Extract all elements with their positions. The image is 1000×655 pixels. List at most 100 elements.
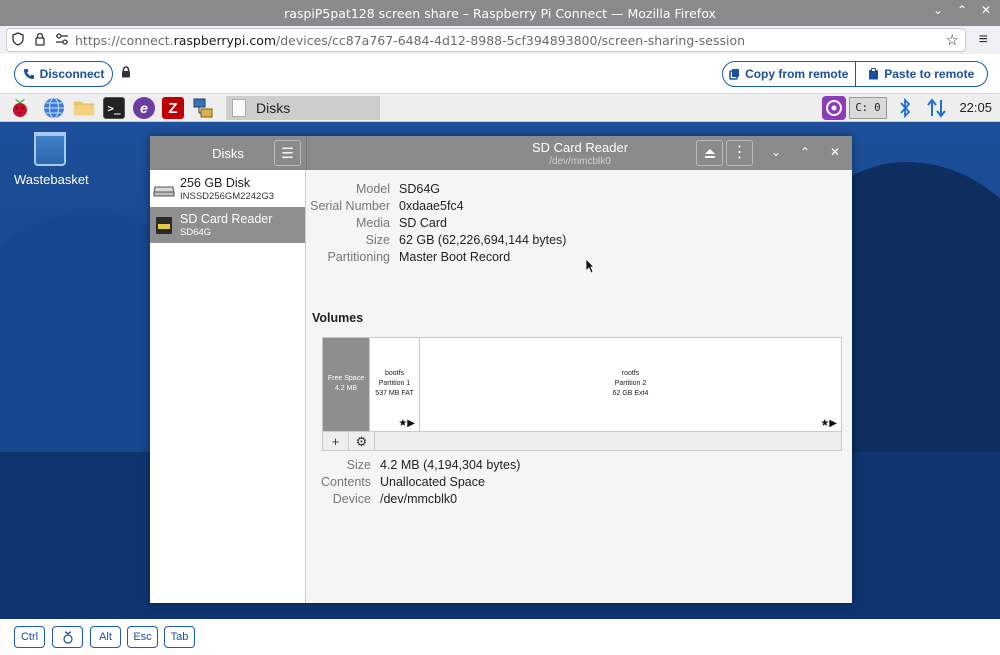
window-close-icon[interactable]: ✕ <box>827 145 843 159</box>
volume-label: bootfs <box>384 370 405 377</box>
copy-icon <box>729 69 740 80</box>
volume-size: 62 GB Ext4 <box>612 390 649 397</box>
trash-icon <box>34 132 66 166</box>
paste-label: Paste to remote <box>884 67 975 81</box>
app-menu-button[interactable]: ☰ <box>274 140 301 166</box>
volumes-heading: Volumes <box>312 311 364 325</box>
info-value: Master Boot Record <box>399 250 511 264</box>
permissions-icon[interactable] <box>51 32 73 48</box>
tray-app-icon[interactable] <box>822 96 846 120</box>
web-browser-icon[interactable] <box>43 97 65 119</box>
session-lock-icon <box>121 66 131 81</box>
info-value: 62 GB (62,226,694,144 bytes) <box>399 233 567 247</box>
plus-icon: + <box>331 434 340 449</box>
network-tool-icon[interactable] <box>192 97 214 119</box>
device-item-256gb-disk[interactable]: 256 GB Disk INSSD256GM2242G3 <box>150 171 305 207</box>
filezilla-icon[interactable]: Z <box>162 97 184 119</box>
mounted-indicator-icon: ★▶ <box>820 418 837 429</box>
volume-size: 4.2 MB <box>334 385 358 392</box>
wastebasket-desktop-icon[interactable]: Wastebasket <box>14 132 89 187</box>
info-value: SD64G <box>399 182 440 196</box>
disks-window: Disks ☰ SD Card Reader /dev/mmcblk0 ⋮ ⌄ … <box>150 136 852 603</box>
info-label: Size <box>365 233 390 247</box>
info-value: 0xdaae5fc4 <box>399 199 464 213</box>
device-name: SD Card Reader <box>180 211 273 226</box>
info-label: Partitioning <box>327 250 390 264</box>
disks-task-icon <box>232 99 246 117</box>
file-manager-icon[interactable] <box>73 97 95 119</box>
drive-options-button[interactable]: ⋮ <box>726 140 753 166</box>
emacs-icon[interactable]: e <box>133 97 155 119</box>
info-value: /dev/mmcblk0 <box>380 492 458 506</box>
hamburger-menu-icon[interactable]: ≡ <box>979 31 988 49</box>
paste-to-remote-button[interactable]: Paste to remote <box>854 62 988 86</box>
bluetooth-icon[interactable] <box>898 97 912 119</box>
volume-label: Free Space <box>327 375 365 382</box>
window-title: raspiP5pat128 screen share – Raspberry P… <box>284 5 716 21</box>
close-icon[interactable]: ✕ <box>980 3 992 17</box>
url-bar[interactable]: https://connect.raspberrypi.com/devices/… <box>6 28 966 52</box>
volume-partition-2[interactable]: rootfs Partition 2 62 GB Ext4 ★▶ <box>420 338 841 431</box>
volume-size: 537 MB FAT <box>375 390 414 397</box>
raspberry-key-button[interactable] <box>52 626 83 648</box>
ctrl-key-button[interactable]: Ctrl <box>14 626 45 648</box>
device-details: Model SD64G Serial Number 0xdaae5fc4 Med… <box>307 170 852 603</box>
url-prefix: https://connect. <box>75 32 174 48</box>
info-label: Serial Number <box>310 199 390 213</box>
window-maximize-icon[interactable]: ⌃ <box>797 145 813 159</box>
window-header: SD Card Reader /dev/mmcblk0 ⋮ ⌄ ⌃ ✕ <box>306 136 852 170</box>
device-model: INSSD256GM2242G3 <box>180 190 274 202</box>
esc-key-button[interactable]: Esc <box>127 626 158 648</box>
mounted-indicator-icon: ★▶ <box>398 418 415 429</box>
eject-button[interactable] <box>696 140 723 166</box>
sidebar-title: Disks <box>212 145 244 161</box>
keyboard-indicator[interactable]: C: 0 <box>849 97 887 119</box>
tab-key-button[interactable]: Tab <box>164 626 195 648</box>
info-label: Contents <box>320 475 371 489</box>
taskbar-disks-window[interactable]: Disks <box>226 96 380 120</box>
copy-from-remote-button[interactable]: Copy from remote <box>723 62 855 86</box>
info-value: SD Card <box>399 216 447 230</box>
sd-card-icon <box>156 217 172 234</box>
disconnect-label: Disconnect <box>39 67 105 81</box>
bookmark-star-icon[interactable]: ☆ <box>946 31 959 49</box>
partition-options-button[interactable]: ⚙ <box>349 432 375 451</box>
window-minimize-icon[interactable]: ⌄ <box>768 145 784 159</box>
volume-partition: Partition 2 <box>614 380 647 387</box>
volume-toolbar: + ⚙ <box>323 431 841 451</box>
network-arrows-icon[interactable] <box>926 97 948 119</box>
disconnect-button[interactable]: Disconnect <box>14 61 113 87</box>
device-item-sd-card-reader[interactable]: SD Card Reader SD64G <box>150 207 305 243</box>
volume-free-space[interactable]: Free Space 4.2 MB <box>323 338 370 431</box>
info-label: Media <box>355 216 390 230</box>
info-label: Model <box>355 182 390 196</box>
paste-icon <box>869 68 879 80</box>
url-domain: raspberrypi.com <box>173 32 277 48</box>
volume-partition: Partition 1 <box>378 380 411 387</box>
maximize-icon[interactable]: ⌃ <box>956 3 968 17</box>
browser-titlebar: raspiP5pat128 screen share – Raspberry P… <box>0 0 1000 26</box>
lock-icon[interactable] <box>29 32 51 49</box>
raspberry-menu-icon[interactable] <box>9 97 31 119</box>
task-label: Disks <box>256 100 291 116</box>
volume-label: rootfs <box>621 370 640 377</box>
info-label: Size <box>346 458 371 472</box>
info-value: 4.2 MB (4,194,304 bytes) <box>380 458 521 472</box>
info-value: Unallocated Space <box>380 475 485 489</box>
mouse-cursor-icon <box>585 258 595 274</box>
device-name: 256 GB Disk <box>180 175 251 190</box>
browser-toolbar: https://connect.raspberrypi.com/devices/… <box>0 26 1000 54</box>
phone-icon <box>23 69 34 79</box>
url-path: /devices/cc87a767-6484-4d12-8988-5cf3948… <box>276 32 746 48</box>
wastebasket-label: Wastebasket <box>14 172 89 187</box>
volume-partition-1[interactable]: bootfs Partition 1 537 MB FAT ★▶ <box>370 338 420 431</box>
minimize-icon[interactable]: ⌄ <box>932 3 944 17</box>
alt-key-button[interactable]: Alt <box>90 626 121 648</box>
shield-icon[interactable] <box>7 31 29 49</box>
volume-info: Size 4.2 MB (4,194,304 bytes) Contents U… <box>307 457 520 509</box>
create-partition-button[interactable]: + <box>323 432 349 451</box>
terminal-icon[interactable]: >_ <box>103 97 125 119</box>
info-label: Device <box>332 492 371 506</box>
url-text[interactable]: https://connect.raspberrypi.com/devices/… <box>75 33 745 48</box>
copy-label: Copy from remote <box>745 67 849 81</box>
